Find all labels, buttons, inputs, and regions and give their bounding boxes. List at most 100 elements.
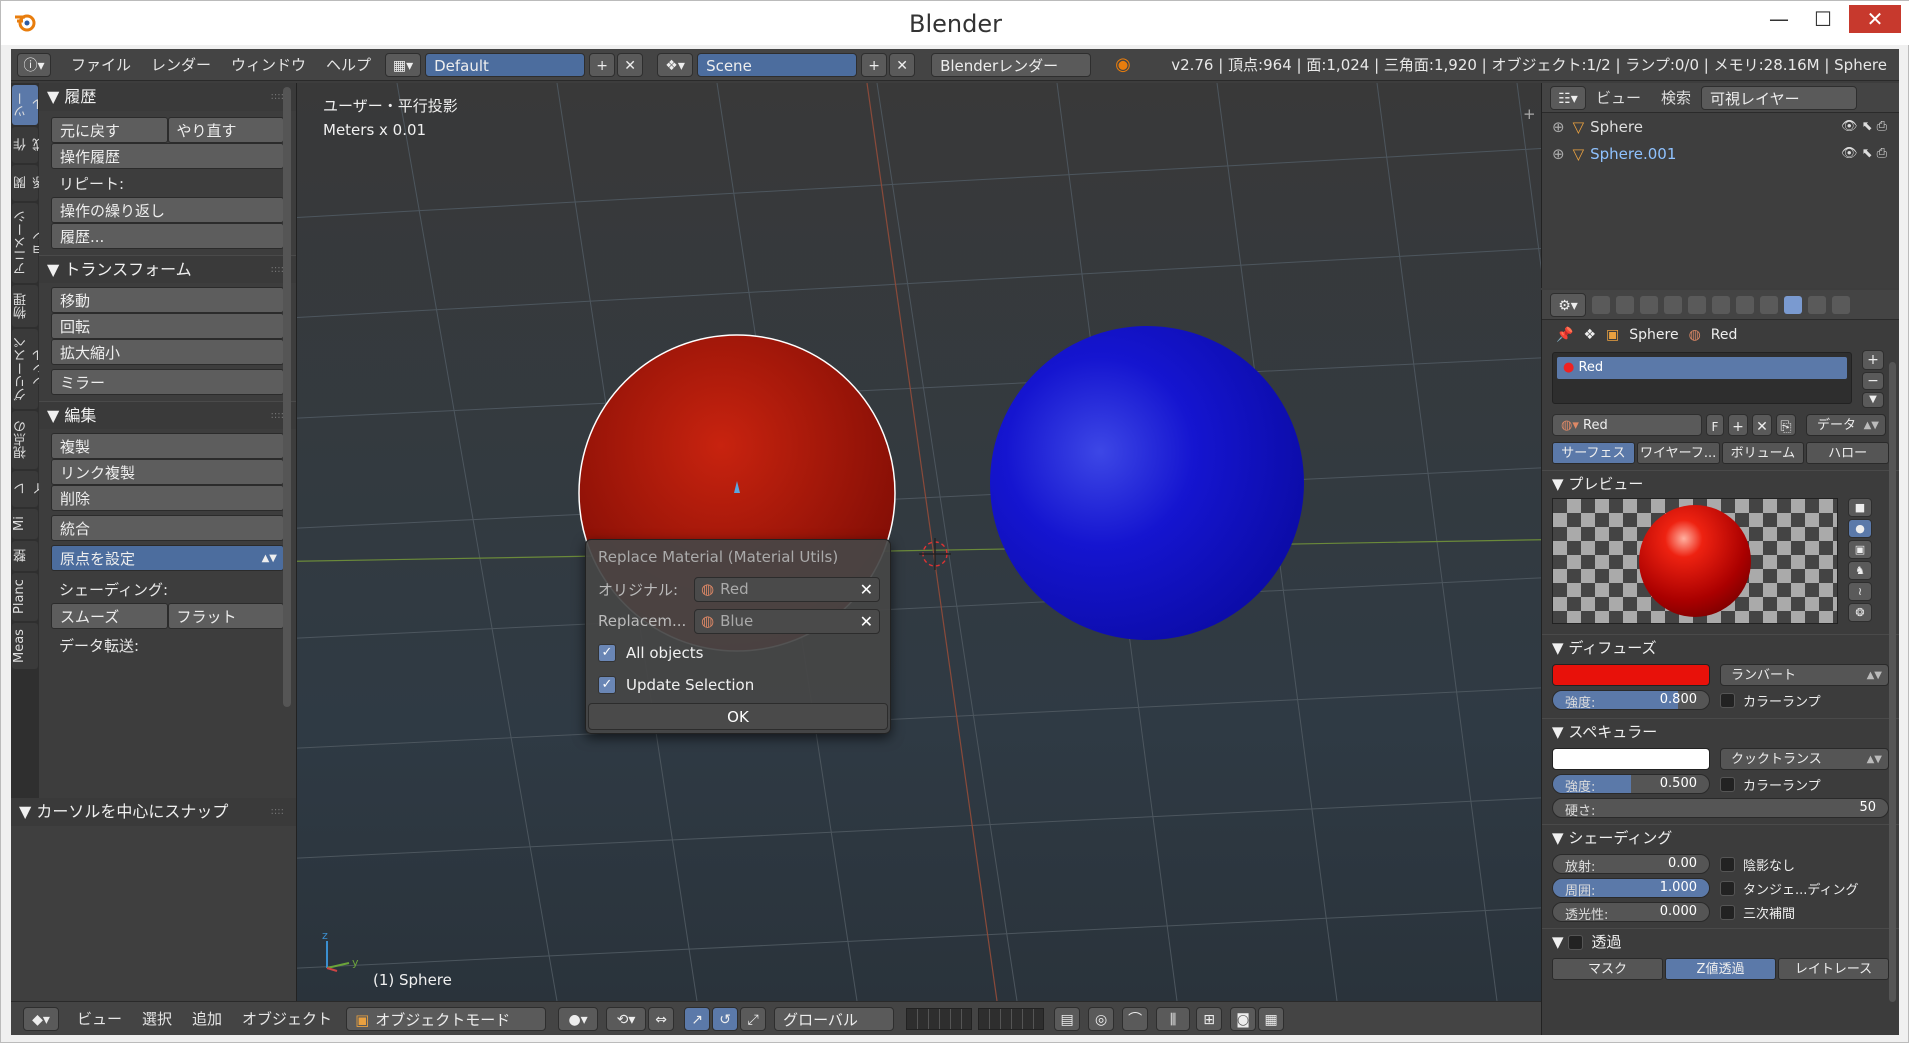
ambient-slider[interactable]: 周囲: 1.000 (1552, 878, 1710, 898)
add-layout-button[interactable]: + (589, 52, 616, 77)
tab-volume[interactable]: ボリューム (1721, 442, 1805, 464)
editor-type-icon[interactable]: ◆▾ (23, 1006, 59, 1031)
tab-grease-pencil[interactable]: グリースペンシル (12, 329, 48, 409)
scene-icon[interactable]: ❖▾ (657, 52, 694, 77)
smooth-button[interactable]: スムーズ (51, 603, 168, 629)
outliner-editor-icon[interactable]: ☷▾ (1550, 85, 1586, 110)
particles-tab-icon[interactable] (1832, 295, 1850, 314)
tab-view[interactable]: 視点の (12, 411, 38, 469)
material-name-field[interactable]: ◍▾ Red (1552, 414, 1702, 436)
tab-layer[interactable]: レイ (12, 471, 48, 507)
preview-sphere-icon[interactable]: ● (1848, 519, 1872, 538)
tab-animation[interactable]: アニメーション (12, 203, 48, 283)
world-tab-icon[interactable] (1664, 295, 1682, 314)
fake-user-button[interactable]: F (1706, 414, 1724, 436)
add-scene-button[interactable]: + (861, 52, 888, 77)
expand-icon[interactable]: ⊕ (1552, 145, 1565, 163)
texture-tab-icon[interactable] (1808, 295, 1826, 314)
rotate-button[interactable]: 回転 (51, 313, 284, 339)
diffuse-panel-header[interactable]: ▼ ディフューズ (1542, 634, 1899, 660)
info-editor-icon[interactable]: ⓘ▾ (17, 52, 51, 77)
menu-view[interactable]: ビュー (67, 1003, 132, 1035)
maximize-button[interactable]: ☐ (1801, 5, 1845, 33)
edit-panel-header[interactable]: ▼ 編集:::: (39, 401, 296, 429)
preview-flat-icon[interactable]: ■ (1848, 498, 1872, 517)
history-panel-header[interactable]: ▼ 履歴:::: (39, 83, 296, 111)
pin-icon[interactable]: 📌 (1556, 327, 1573, 343)
visibility-icon[interactable]: 👁 ⬉ ⎙ (1841, 146, 1887, 161)
tab-surface[interactable]: サーフェス (1552, 442, 1635, 464)
diffuse-color-swatch[interactable] (1552, 664, 1710, 686)
shadeless-checkbox[interactable]: 陰影なし (1720, 855, 1795, 874)
outliner-item-sphere-001[interactable]: ⊕ ▽ Sphere.001 👁 ⬉ ⎙ (1542, 140, 1899, 167)
menu-add[interactable]: 追加 (182, 1003, 232, 1035)
specular-ramp-checkbox[interactable]: カラーランプ (1720, 775, 1821, 794)
duplicate-button[interactable]: 複製 (51, 433, 284, 459)
tab-relations[interactable]: 関係 (12, 165, 48, 201)
transparency-checkbox[interactable] (1568, 935, 1584, 950)
minimize-button[interactable]: — (1757, 5, 1801, 33)
cubic-checkbox[interactable]: 三次補間 (1720, 903, 1795, 922)
render-engine-select[interactable]: Blenderレンダー (931, 52, 1092, 77)
tab-wire[interactable]: ワイヤーフ... (1636, 442, 1720, 464)
render-layers-tab-icon[interactable] (1616, 295, 1634, 314)
outliner-menu-search[interactable]: 検索 (1651, 82, 1701, 114)
blue-sphere[interactable] (990, 326, 1304, 640)
preview-panel-header[interactable]: ▼ プレビュー (1542, 470, 1899, 496)
orientation-select[interactable]: グローバル (774, 1006, 895, 1031)
diffuse-ramp-checkbox[interactable]: カラーランプ (1720, 691, 1821, 710)
layers-grid[interactable] (906, 1007, 973, 1030)
all-objects-checkbox[interactable]: ✓ All objects (598, 642, 703, 664)
shading-panel-header[interactable]: ▼ シェーディング (1542, 824, 1899, 850)
scale-manipulator-icon[interactable]: ⤢ (740, 1006, 767, 1031)
link-data-select[interactable]: データ ▲▼ (1806, 414, 1886, 436)
properties-editor-icon[interactable]: ⚙▾ (1550, 292, 1586, 317)
layers-grid-2[interactable] (978, 1007, 1045, 1030)
remove-layout-button[interactable]: ✕ (617, 52, 644, 77)
specular-shader-select[interactable]: クックトランス ▲▼ (1720, 748, 1889, 770)
snap-element-icon[interactable]: ⫼ (1156, 1006, 1191, 1031)
snap-icon[interactable]: ⌒ (1122, 1006, 1149, 1031)
tab-create[interactable]: 作成 (12, 127, 48, 163)
mode-select[interactable]: ▣ オブジェクトモード (346, 1006, 547, 1031)
mirror-button[interactable]: ミラー (51, 369, 284, 395)
specular-intensity-slider[interactable]: 強度: 0.500 (1552, 774, 1710, 794)
redo-button[interactable]: やり直す (167, 117, 284, 143)
hardness-field[interactable]: 硬さ: 50 (1552, 798, 1889, 818)
specular-panel-header[interactable]: ▼ スペキュラー (1542, 718, 1899, 744)
properties-scrollbar[interactable] (1889, 362, 1896, 1002)
material-slot-list[interactable]: ● Red (1552, 352, 1852, 404)
expand-icon[interactable]: ⊕ (1552, 118, 1565, 136)
data-tab-icon[interactable] (1760, 295, 1778, 314)
node-material-icon[interactable]: ⎘ (1776, 414, 1796, 436)
preview-monkey-icon[interactable]: ♞ (1848, 561, 1872, 580)
transparency-panel-header[interactable]: ▼ 透過 (1542, 928, 1899, 954)
render-icon[interactable]: ◙ (1230, 1006, 1257, 1031)
tab-align[interactable]: 整 (12, 541, 38, 571)
manipulator-icon[interactable]: ⇔ (648, 1006, 675, 1031)
tab-mi[interactable]: Mi (12, 509, 38, 539)
pivot-point-icon[interactable]: ⟲▾ (606, 1006, 647, 1031)
tab-mask[interactable]: マスク (1552, 958, 1663, 980)
proportional-edit-icon[interactable]: ◎ (1088, 1006, 1115, 1031)
expand-icon[interactable]: + (1523, 105, 1536, 123)
history-button[interactable]: 履歴... (51, 223, 284, 249)
undo-button[interactable]: 元に戻す (51, 117, 168, 143)
delete-button[interactable]: 削除 (51, 485, 284, 511)
tab-halo[interactable]: ハロー (1806, 442, 1889, 464)
outliner-item-sphere[interactable]: ⊕ ▽ Sphere 👁 ⬉ ⎙ (1542, 113, 1899, 140)
diffuse-shader-select[interactable]: ランバート ▲▼ (1720, 664, 1889, 686)
tab-planc[interactable]: Planc (12, 573, 38, 621)
unlink-material-button[interactable]: ✕ (1752, 414, 1772, 436)
layout-field[interactable]: Default (425, 52, 586, 77)
material-tab-icon[interactable] (1784, 295, 1802, 314)
snap-target-icon[interactable]: ⊞ (1196, 1006, 1223, 1031)
menu-render[interactable]: レンダー (141, 49, 221, 81)
ok-button[interactable]: OK (588, 703, 888, 730)
tab-raytrace[interactable]: レイトレース (1778, 958, 1889, 980)
tangent-shading-checkbox[interactable]: タンジェ...ディング (1720, 879, 1859, 898)
menu-file[interactable]: ファイル (61, 49, 141, 81)
set-origin-select[interactable]: 原点を設定 ▲▼ (51, 545, 284, 571)
undo-history-button[interactable]: 操作履歴 (51, 143, 284, 169)
remove-scene-button[interactable]: ✕ (889, 52, 916, 77)
